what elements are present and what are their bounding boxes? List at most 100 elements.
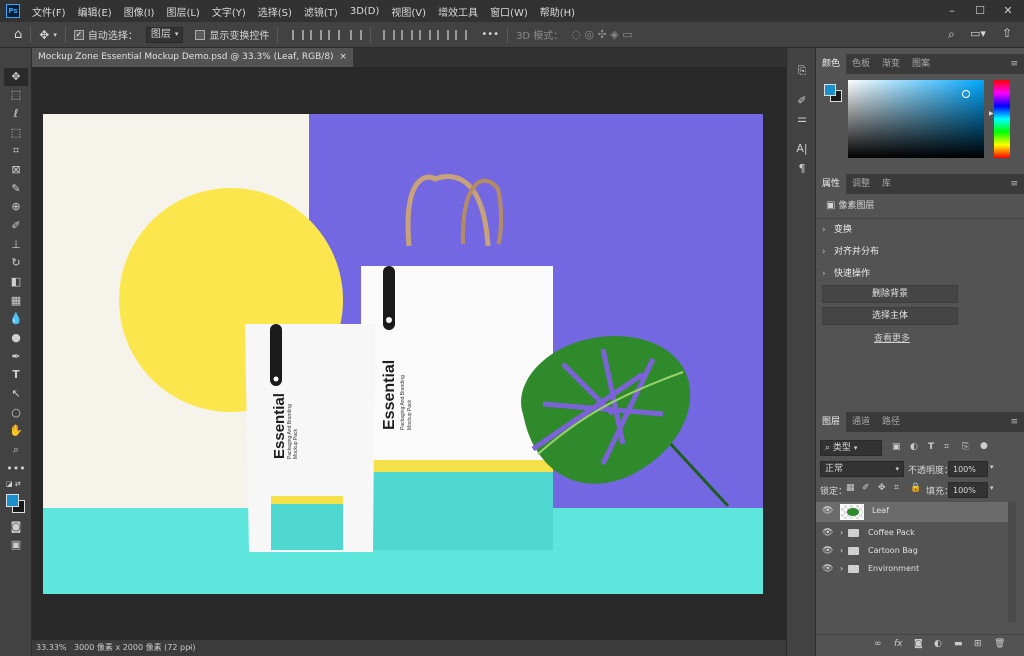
tab-channels[interactable]: 通道 <box>846 412 876 432</box>
visibility-eye-icon[interactable]: 👁 <box>822 542 833 560</box>
distribute-top-icon[interactable] <box>437 29 450 40</box>
blur-tool-icon[interactable]: 💧 <box>4 310 28 328</box>
visibility-eye-icon[interactable]: 👁 <box>822 560 833 578</box>
pen-tool-icon[interactable]: ✒ <box>4 348 28 366</box>
brush-settings-icon[interactable]: ✐ <box>792 92 812 110</box>
menu-view[interactable]: 视图(V) <box>385 4 432 19</box>
align-right-icon[interactable] <box>328 29 341 40</box>
delete-layer-icon[interactable]: 🗑 <box>994 639 1005 649</box>
menu-window[interactable]: 窗口(W) <box>484 4 534 19</box>
menu-help[interactable]: 帮助(H) <box>534 4 581 19</box>
eyedropper-tool-icon[interactable]: ✎ <box>4 180 28 198</box>
align-left-icon[interactable] <box>292 29 305 40</box>
align-center-icon[interactable] <box>310 29 323 40</box>
view-more-link[interactable]: 查看更多 <box>874 331 1024 344</box>
tab-gradients[interactable]: 渐变 <box>876 54 906 74</box>
layer-name[interactable]: Environment <box>868 560 919 578</box>
menu-file[interactable]: 文件(F) <box>26 4 72 19</box>
lock-artboard-icon[interactable]: ⌗ <box>894 483 899 493</box>
menu-layer[interactable]: 图层(L) <box>160 4 205 19</box>
visibility-eye-icon[interactable]: 👁 <box>822 502 833 520</box>
zoom-tool-icon[interactable]: ⌕ <box>4 441 28 459</box>
layer-row-environment[interactable]: 👁 › Environment <box>816 560 1008 578</box>
visibility-eye-icon[interactable]: 👁 <box>822 524 833 542</box>
brush-tool-icon[interactable]: ✐ <box>4 217 28 235</box>
gradient-tool-icon[interactable]: ▦ <box>4 292 28 310</box>
section-align[interactable]: 对齐并分布 <box>816 241 1024 263</box>
expand-chevron-icon[interactable]: › <box>840 524 843 542</box>
filter-shape-icon[interactable]: ⌗ <box>944 442 949 452</box>
lock-transparent-icon[interactable]: ▦ <box>846 483 855 493</box>
menu-3d[interactable]: 3D(D) <box>344 6 386 17</box>
menu-select[interactable]: 选择(S) <box>252 4 298 19</box>
add-mask-icon[interactable]: ◙ <box>914 639 923 649</box>
layer-name[interactable]: Cartoon Bag <box>868 542 918 560</box>
default-colors-icon[interactable]: ◪ ⇄ <box>6 480 21 488</box>
panel-menu-icon[interactable]: ≡ <box>1010 54 1018 74</box>
layer-name[interactable]: Coffee Pack <box>868 524 915 542</box>
distribute-right-icon[interactable] <box>419 29 432 40</box>
search-icon[interactable]: ⌕ <box>948 27 955 42</box>
auto-select-target-dropdown[interactable]: 图层 ▾ <box>145 26 184 43</box>
3d-orbit-icon[interactable]: ◌ ◎ ✣ ◈ ▭ <box>571 28 632 41</box>
panel-menu-icon[interactable]: ≡ <box>1010 412 1018 432</box>
layer-row-coffee-pack[interactable]: 👁 › Coffee Pack <box>816 524 1008 542</box>
move-tool-icon[interactable]: ✥ <box>4 68 28 86</box>
share-icon[interactable]: ⇧ <box>1002 26 1012 40</box>
layers-scrollbar[interactable] <box>1008 502 1016 622</box>
align-top-icon[interactable] <box>350 29 363 40</box>
shape-tool-icon[interactable]: ○ <box>4 404 28 422</box>
lock-position-icon[interactable]: ✥ <box>878 483 886 493</box>
tab-color[interactable]: 颜色 <box>816 54 847 74</box>
hue-slider[interactable] <box>994 80 1010 158</box>
fg-color-chip[interactable] <box>824 84 836 96</box>
distribute-left-icon[interactable] <box>383 29 396 40</box>
new-group-icon[interactable]: ▬ <box>954 639 963 649</box>
fill-input[interactable]: 100% <box>948 482 988 498</box>
move-tool-icon[interactable]: ✥ ▾ <box>39 28 57 42</box>
close-window-icon[interactable]: ✕ <box>994 0 1022 22</box>
history-panel-icon[interactable]: ⎘ <box>792 62 812 80</box>
artwork-canvas[interactable]: Essential Packaging And Branding Mockup … <box>43 114 763 594</box>
menu-edit[interactable]: 编辑(E) <box>72 4 118 19</box>
more-options-button[interactable]: ••• <box>481 29 499 40</box>
expand-chevron-icon[interactable]: › <box>840 560 843 578</box>
lock-pixels-icon[interactable]: ✐ <box>862 483 870 493</box>
layer-name[interactable]: Leaf <box>872 502 889 520</box>
object-select-tool-icon[interactable]: ⬚ <box>4 124 28 142</box>
close-tab-icon[interactable]: × <box>339 52 347 62</box>
new-layer-icon[interactable]: ⊞ <box>974 639 982 649</box>
eraser-tool-icon[interactable]: ◧ <box>4 273 28 291</box>
link-layers-icon[interactable]: ∞ <box>874 639 882 649</box>
hand-tool-icon[interactable]: ✋ <box>4 422 28 440</box>
document-tab[interactable]: Mockup Zone Essential Mockup Demo.psd @ … <box>32 48 353 67</box>
home-icon[interactable]: ⌂ <box>14 27 22 42</box>
section-transform[interactable]: 变换 <box>816 219 1024 241</box>
tab-swatches[interactable]: 色板 <box>846 54 876 74</box>
fill-chevron-icon[interactable]: ▾ <box>990 484 994 492</box>
tab-layers[interactable]: 图层 <box>816 412 847 432</box>
tab-adjustments[interactable]: 调整 <box>846 174 876 194</box>
lasso-tool-icon[interactable]: ℓ <box>4 105 28 123</box>
hue-slider-arrow-icon[interactable]: ▶ <box>989 110 994 117</box>
adjustments-icon[interactable]: ⚌ <box>792 110 812 128</box>
paragraph-panel-icon[interactable]: ¶ <box>792 160 812 178</box>
distribute-bottom-icon[interactable] <box>455 29 468 40</box>
auto-select-checkbox[interactable]: ✓ 自动选择： <box>73 27 138 42</box>
history-brush-icon[interactable]: ↻ <box>4 254 28 272</box>
frame-tool-icon[interactable]: ⊠ <box>4 161 28 179</box>
filter-adjust-icon[interactable]: ◐ <box>910 442 918 452</box>
quick-mask-icon[interactable]: ◙ <box>4 518 28 536</box>
opacity-input[interactable]: 100% <box>948 461 988 477</box>
layer-row-leaf[interactable]: 👁 Leaf <box>816 502 1008 522</box>
layer-style-icon[interactable]: fx <box>894 639 903 649</box>
select-subject-button[interactable]: 选择主体 <box>822 307 958 325</box>
filter-type-icon[interactable]: T <box>928 442 934 452</box>
more-tools-icon[interactable]: ••• <box>4 460 28 478</box>
layer-row-cartoon-bag[interactable]: 👁 › Cartoon Bag <box>816 542 1008 560</box>
remove-background-button[interactable]: 删除背景 <box>822 285 958 303</box>
stamp-tool-icon[interactable]: ⊥ <box>4 236 28 254</box>
type-tool-icon[interactable]: T <box>4 366 28 384</box>
filter-pixel-icon[interactable]: ▣ <box>892 442 901 452</box>
menu-type[interactable]: 文字(Y) <box>206 4 252 19</box>
